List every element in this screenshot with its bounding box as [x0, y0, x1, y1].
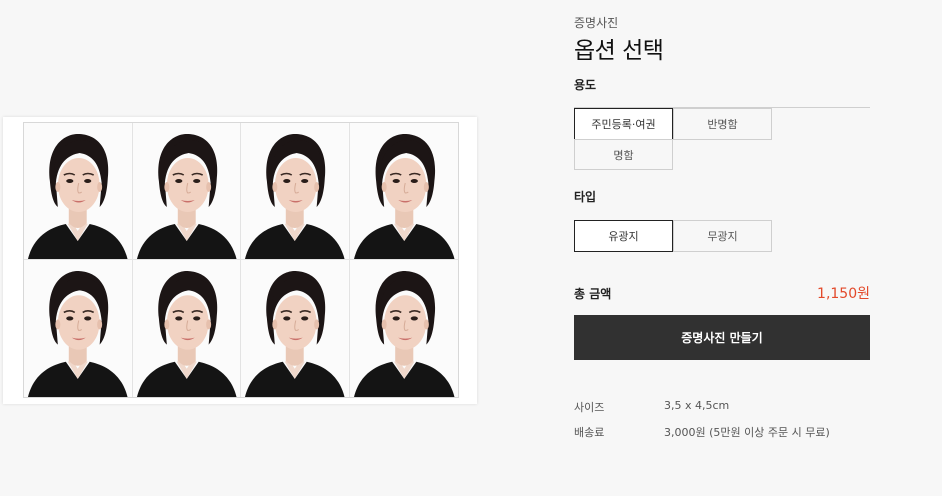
usage-option-card[interactable]: 명함 — [574, 139, 673, 170]
total-label: 총 금액 — [574, 287, 612, 301]
size-value: 3,5 x 4,5cm — [664, 399, 730, 412]
make-id-photo-button[interactable]: 증명사진 만들기 — [574, 315, 870, 360]
shipping-value: 3,000원 (5만원 이상 주문 시 무료) — [664, 426, 830, 439]
id-photo-thumbnail — [241, 260, 350, 397]
id-photo-thumbnail — [349, 260, 458, 397]
total-price: 1,150원 — [817, 286, 870, 302]
usage-option-half-card[interactable]: 반명함 — [673, 108, 772, 140]
id-photo-thumbnail — [132, 260, 241, 397]
shipping-label: 배송료 — [574, 426, 605, 439]
size-label: 사이즈 — [574, 401, 605, 414]
id-photo-thumbnail — [132, 123, 241, 260]
photo-grid — [23, 122, 459, 398]
type-option-glossy[interactable]: 유광지 — [574, 220, 673, 252]
id-photo-thumbnail — [241, 123, 350, 260]
type-option-matte[interactable]: 무광지 — [673, 220, 772, 252]
product-category: 증명사진 — [574, 16, 619, 30]
usage-label: 용도 — [574, 78, 597, 92]
id-photo-thumbnail — [349, 123, 458, 260]
id-photo-thumbnail — [24, 123, 133, 260]
photo-sheet-preview — [3, 117, 477, 404]
id-photo-thumbnail — [24, 260, 133, 397]
usage-option-id-passport[interactable]: 주민등록·여권 — [574, 108, 673, 140]
type-label: 타입 — [574, 190, 597, 204]
page-title: 옵션 선택 — [574, 38, 664, 64]
